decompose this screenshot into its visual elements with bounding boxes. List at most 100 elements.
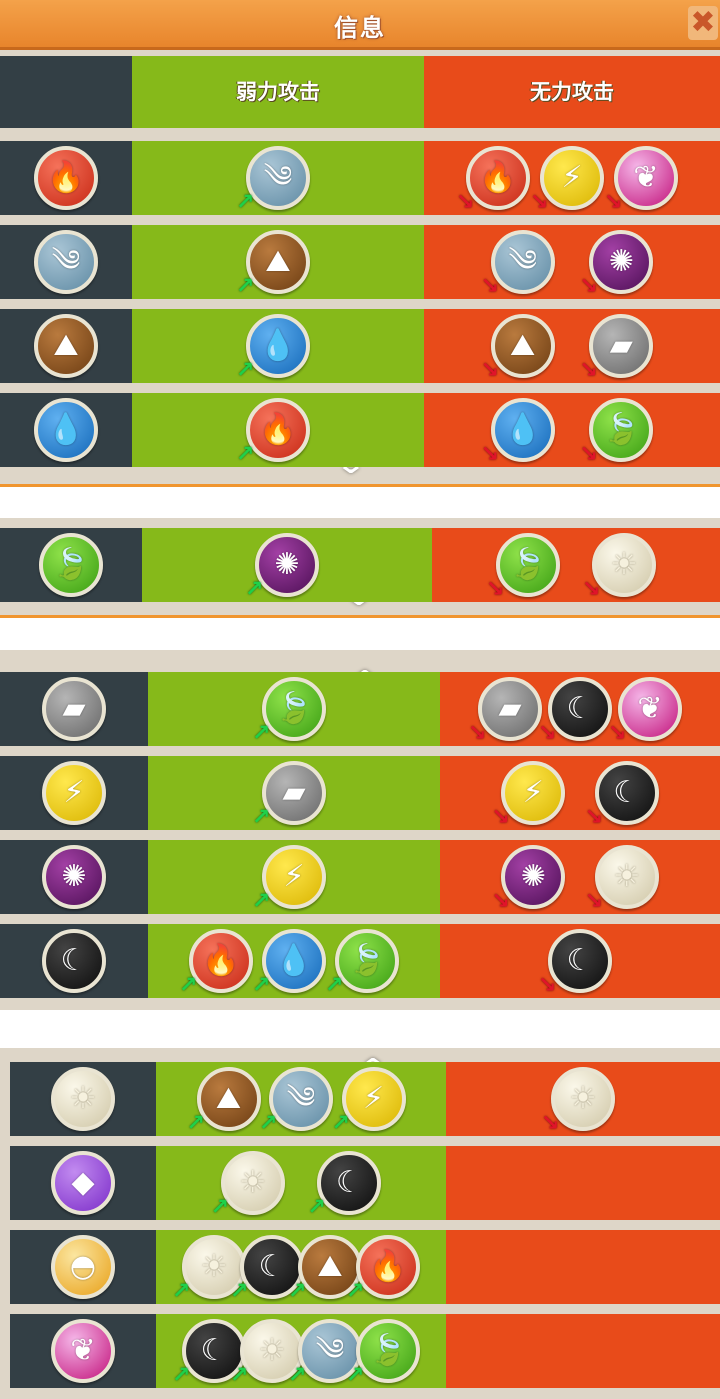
element-orb: ☾ bbox=[42, 929, 106, 993]
type-row-earth[interactable]: ⛰ 💧 ↗ ⛰ ↘ ▰ ↘ bbox=[0, 309, 720, 383]
weaken-arrow-icon: ↘ bbox=[456, 190, 475, 215]
type-row-legend[interactable]: ◓ ☀ ↗ ☾ ↗ ⛰ ↗ 🔥 ↗ bbox=[0, 1230, 720, 1304]
water-icon: 💧 bbox=[34, 398, 98, 462]
dark-icon: ✺ ↘ bbox=[579, 230, 654, 298]
element-orb: 🔥 bbox=[189, 929, 253, 993]
type-row-water[interactable]: 💧 🔥 ↗ 💧 ↘ 🍃 ↘ bbox=[0, 393, 720, 467]
type-row-dark[interactable]: ✺ ⚡ ↗ ✺ ↘ ☀ ↘ bbox=[0, 840, 720, 914]
element-glyph: ☀ bbox=[613, 859, 641, 894]
element-orb: 💧 bbox=[262, 929, 326, 993]
element-orb: ❦ bbox=[51, 1319, 115, 1383]
plant-icon: 🍃 ↗ bbox=[346, 1319, 420, 1387]
element-orb: 💧 bbox=[490, 398, 555, 462]
element-orb: ❦ bbox=[614, 146, 678, 210]
effective-cell: ☾ ↗ ☀ ↗ ༄ ↗ 🍃 ↗ bbox=[156, 1314, 446, 1388]
type-cell: ▰ bbox=[0, 672, 148, 746]
close-button[interactable]: ✖ bbox=[688, 6, 718, 40]
effective-cell: ☀ ↗ ☾ ↗ ⛰ ↗ 🔥 ↗ bbox=[156, 1230, 446, 1304]
weaken-arrow-icon: ↘ bbox=[491, 889, 510, 914]
header-effective-label: 弱力攻击 bbox=[236, 80, 320, 104]
element-glyph: 💧 bbox=[259, 328, 297, 363]
earth-icon: ⛰ ↘ bbox=[481, 314, 555, 382]
element-orb: 🔥 bbox=[356, 1235, 420, 1299]
effective-cell: ༄ ↗ bbox=[132, 141, 424, 215]
weaken-arrow-icon: ↘ bbox=[538, 973, 557, 998]
wind-icon: ༄ bbox=[34, 230, 98, 294]
element-glyph: 🔥 bbox=[369, 1249, 407, 1284]
effective-cell: ☀ ↗ ☾ ↗ bbox=[156, 1146, 446, 1220]
element-glyph: 💧 bbox=[47, 412, 85, 447]
type-row-crystal[interactable]: ◆ ☀ ↗ ☾ ↗ bbox=[0, 1146, 720, 1220]
resisted-cell: ༄ ↘ ✺ ↘ bbox=[424, 225, 720, 299]
resisted-cell bbox=[446, 1230, 720, 1304]
type-row-electric[interactable]: ⚡ ▰ ↗ ⚡ ↘ ☾ ↘ bbox=[0, 756, 720, 830]
resisted-cell: ☾ ↘ bbox=[440, 924, 720, 998]
element-glyph: ⚡ bbox=[522, 775, 544, 810]
light-icon: ☀ ↘ bbox=[582, 533, 656, 601]
type-row-fire[interactable]: 🔥 ༄ ↗ 🔥 ↘ ⚡ ↘ ❦ ↘ bbox=[0, 141, 720, 215]
element-orb: ☀ bbox=[220, 1151, 285, 1215]
element-glyph: ☾ bbox=[200, 1333, 228, 1368]
effective-cell: ▰ ↗ bbox=[148, 756, 440, 830]
water-icon: 💧 ↗ bbox=[252, 929, 326, 997]
element-orb: ☾ bbox=[594, 761, 659, 825]
fire-icon: 🔥 ↗ bbox=[179, 929, 253, 997]
resisted-cell: 💧 ↘ 🍃 ↘ bbox=[424, 393, 720, 467]
earth-icon: ⛰ ↗ bbox=[236, 230, 310, 298]
element-orb: ✺ bbox=[501, 845, 566, 909]
boost-arrow-icon: ↗ bbox=[346, 1363, 365, 1388]
weaken-arrow-icon: ↘ bbox=[584, 889, 604, 914]
boost-arrow-icon: ↗ bbox=[236, 274, 255, 299]
element-glyph: 🔥 bbox=[202, 943, 240, 978]
element-glyph: ❦ bbox=[637, 691, 663, 726]
boost-arrow-icon: ↗ bbox=[172, 1279, 191, 1304]
type-cell: ☀ bbox=[10, 1062, 156, 1136]
resisted-cell: ⛰ ↘ ▰ ↘ bbox=[424, 309, 720, 383]
electric-icon: ⚡ ↘ bbox=[530, 146, 604, 214]
element-orb: 🍃 bbox=[262, 677, 326, 741]
element-glyph: ❦ bbox=[70, 1333, 96, 1368]
element-orb: 🔥 bbox=[34, 146, 98, 210]
type-row-special[interactable]: ❦ ☾ ↗ ☀ ↗ ༄ ↗ 🍃 ↗ bbox=[0, 1314, 720, 1388]
element-glyph: ✺ bbox=[61, 859, 87, 894]
electric-icon: ⚡ ↘ bbox=[491, 761, 566, 829]
page-title: 信息 bbox=[334, 14, 386, 42]
resisted-cell: ⚡ ↘ ☾ ↘ bbox=[440, 756, 720, 830]
type-cell: ◓ bbox=[10, 1230, 156, 1304]
type-cell: ⛰ bbox=[0, 309, 132, 383]
element-glyph: 🍃 bbox=[52, 547, 90, 582]
electric-icon: ⚡ ↗ bbox=[332, 1067, 406, 1135]
boost-arrow-icon: ↗ bbox=[288, 1279, 307, 1304]
header-effective-cell: 弱力攻击 bbox=[132, 56, 424, 128]
water-icon: 💧 ↘ bbox=[481, 398, 555, 466]
element-glyph: ⛰ bbox=[215, 1081, 242, 1116]
element-glyph: 🔥 bbox=[479, 160, 517, 195]
element-orb: ⚡ bbox=[262, 845, 326, 909]
type-row-metal[interactable]: ▰ 🍃 ↗ ▰ ↘ ☾ ↘ ❦ ↘ bbox=[0, 672, 720, 746]
boost-arrow-icon: ↗ bbox=[245, 577, 264, 602]
boost-arrow-icon: ↗ bbox=[179, 973, 198, 998]
legend-icon: ◓ bbox=[51, 1235, 115, 1299]
weaken-arrow-icon: ↘ bbox=[480, 358, 500, 383]
weaken-arrow-icon: ↘ bbox=[582, 577, 601, 602]
element-orb: ⚡ bbox=[341, 1067, 406, 1131]
element-glyph: ❦ bbox=[633, 160, 659, 195]
special-icon: ❦ ↘ bbox=[608, 677, 682, 745]
moon-icon: ☾ ↗ bbox=[307, 1151, 382, 1219]
type-row-wind[interactable]: ༄ ⛰ ↗ ༄ ↘ ✺ ↘ bbox=[0, 225, 720, 299]
element-orb: ☀ bbox=[51, 1067, 115, 1131]
crystal-icon: ◆ bbox=[51, 1151, 115, 1215]
light-icon: ☀ bbox=[51, 1067, 115, 1131]
element-glyph: ⚡ bbox=[63, 775, 85, 810]
element-orb: ▰ bbox=[262, 761, 326, 825]
boost-arrow-icon: ↗ bbox=[252, 973, 271, 998]
element-orb: 💧 bbox=[34, 398, 98, 462]
element-orb: ☀ bbox=[594, 845, 659, 909]
type-row-light[interactable]: ☀ ⛰ ↗ ༄ ↗ ⚡ ↗ ☀ ↘ bbox=[0, 1062, 720, 1136]
boost-arrow-icon: ↗ bbox=[252, 805, 271, 830]
weaken-arrow-icon: ↘ bbox=[541, 1111, 560, 1136]
element-glyph: ⛰ bbox=[317, 1249, 343, 1284]
header-resisted-cell: 无力攻击 bbox=[424, 56, 720, 128]
type-row-plant[interactable]: 🍃 ✺ ↗ 🍃 ↘ ☀ ↘ bbox=[0, 528, 720, 602]
type-row-moon[interactable]: ☾ 🔥 ↗ 💧 ↗ 🍃 ↗ ☾ ↘ bbox=[0, 924, 720, 998]
